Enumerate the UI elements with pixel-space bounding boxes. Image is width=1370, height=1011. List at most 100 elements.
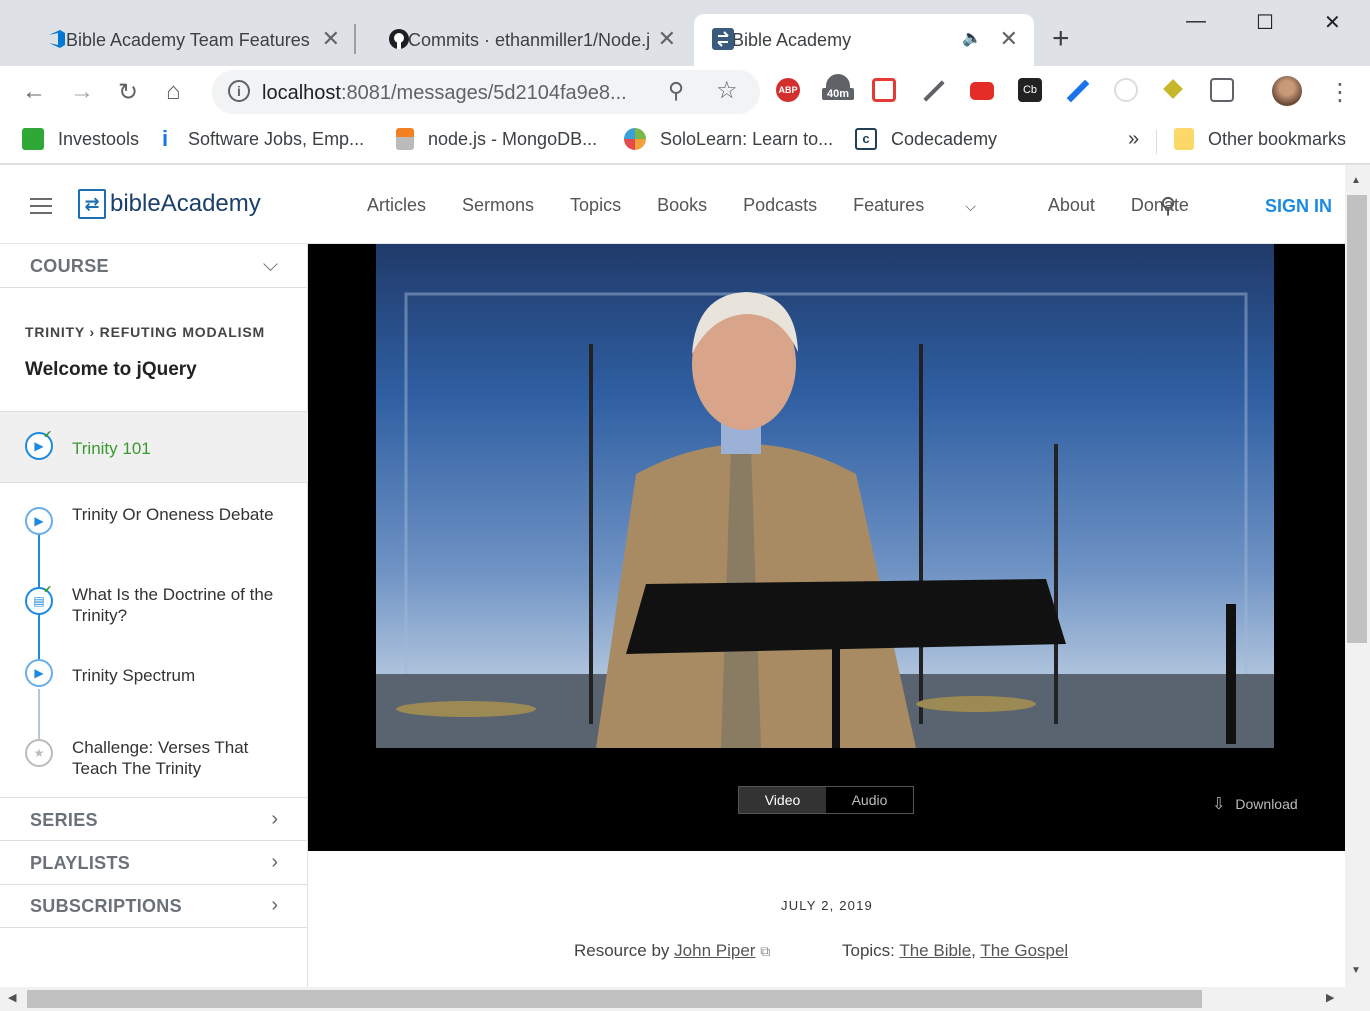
playlists-section-toggle[interactable]: PLAYLISTS › bbox=[0, 841, 308, 885]
audio-toggle-button[interactable]: Audio bbox=[826, 787, 913, 813]
back-icon[interactable]: ← bbox=[22, 78, 46, 106]
scroll-up-icon[interactable]: ▲ bbox=[1351, 175, 1361, 186]
tab-strip: Bible Academy Team Features | ✕ Commits … bbox=[0, 0, 1370, 66]
tab-commits[interactable]: Commits · ethanmiller1/Node.j ✕ bbox=[356, 14, 692, 66]
scroll-left-icon[interactable]: ◀ bbox=[8, 991, 16, 1004]
info-icon: i bbox=[162, 126, 169, 151]
timer-extension-icon[interactable]: 40m bbox=[822, 74, 854, 108]
codecademy-icon: c bbox=[855, 128, 877, 150]
react-devtools-icon[interactable] bbox=[1114, 78, 1138, 102]
td-icon bbox=[22, 128, 44, 150]
profile-avatar[interactable] bbox=[1272, 76, 1302, 106]
tab-title: Bible Academy Team Features | bbox=[66, 29, 311, 50]
bookmarks-bar: Investools i Software Jobs, Emp... node.… bbox=[0, 118, 1370, 164]
eyedropper-icon[interactable] bbox=[922, 78, 946, 102]
bookmark-software-jobs[interactable]: i Software Jobs, Emp... bbox=[162, 128, 364, 150]
series-section-toggle[interactable]: SERIES › bbox=[0, 797, 308, 841]
lesson-title: Trinity Or Oneness Debate bbox=[72, 505, 274, 524]
youtube-icon[interactable] bbox=[970, 82, 994, 100]
external-link-icon[interactable]: ⧉ bbox=[760, 943, 770, 959]
hamburger-menu-icon[interactable] bbox=[30, 198, 52, 214]
new-tab-icon[interactable]: + bbox=[1052, 22, 1070, 56]
author-link[interactable]: John Piper bbox=[674, 941, 755, 960]
course-label: COURSE bbox=[30, 256, 109, 276]
nav-topics[interactable]: Topics bbox=[570, 195, 621, 216]
logo-text: bibleAcademy bbox=[110, 190, 261, 217]
nav-books[interactable]: Books bbox=[657, 195, 707, 216]
site-logo[interactable]: ⇄ bibleAcademy bbox=[78, 189, 261, 219]
site-header: ⇄ bibleAcademy Articles Sermons Topics B… bbox=[0, 165, 1345, 244]
health-extension-icon[interactable] bbox=[872, 78, 896, 102]
lesson-title: Trinity 101 bbox=[72, 439, 151, 458]
crunchbase-icon[interactable]: Cb bbox=[1018, 78, 1042, 102]
close-tab-icon[interactable]: ✕ bbox=[1000, 26, 1018, 52]
scroll-down-icon[interactable]: ▼ bbox=[1351, 965, 1361, 976]
resource-by: Resource by John Piper ⧉ bbox=[574, 941, 771, 960]
reload-icon[interactable]: ↻ bbox=[118, 78, 138, 107]
play-circle-icon: ▶ bbox=[25, 507, 53, 535]
bookmark-sololearn[interactable]: SoloLearn: Learn to... bbox=[624, 128, 833, 150]
bookmark-star-icon[interactable]: ☆ bbox=[716, 76, 738, 105]
course-title: Welcome to jQuery bbox=[25, 359, 197, 380]
scroll-right-icon[interactable]: ▶ bbox=[1326, 991, 1334, 1004]
address-bar[interactable]: i localhost:8081/messages/5d2104fa9e8...… bbox=[212, 70, 760, 114]
highlighter-icon[interactable] bbox=[1066, 78, 1090, 103]
nav-articles[interactable]: Articles bbox=[367, 195, 426, 216]
nav-podcasts[interactable]: Podcasts bbox=[743, 195, 817, 216]
search-icon[interactable]: ⚲ bbox=[1160, 193, 1176, 219]
speaker-icon[interactable]: 🔈 bbox=[962, 28, 982, 48]
video-frame[interactable] bbox=[376, 244, 1274, 748]
horizontal-scrollbar[interactable]: ◀ ▶ bbox=[0, 987, 1370, 1011]
other-bookmarks[interactable]: Other bookmarks bbox=[1174, 128, 1346, 150]
tab-bible-academy[interactable]: Bible Academy 🔈 ✕ bbox=[694, 14, 1034, 66]
close-window-icon[interactable]: ✕ bbox=[1324, 10, 1341, 35]
breadcrumb-current[interactable]: REFUTING MODALISM bbox=[100, 324, 265, 340]
vertical-scrollbar[interactable]: ▲ ▼ bbox=[1345, 165, 1370, 987]
home-icon[interactable]: ⌂ bbox=[166, 78, 181, 106]
site-info-icon[interactable]: i bbox=[228, 80, 250, 102]
scrollbar-thumb[interactable] bbox=[27, 990, 1202, 1008]
lesson-item-challenge-verses[interactable]: ★ Challenge: Verses That Teach The Trini… bbox=[0, 713, 308, 797]
lesson-item-trinity-oneness-debate[interactable]: ▶ Trinity Or Oneness Debate bbox=[0, 483, 308, 563]
close-tab-icon[interactable]: ✕ bbox=[658, 26, 676, 52]
play-circle-icon: ▶ bbox=[25, 659, 53, 687]
tab-bible-academy-features[interactable]: Bible Academy Team Features | ✕ bbox=[14, 14, 356, 66]
tab-title: Bible Academy bbox=[732, 29, 852, 50]
minimize-icon[interactable]: — bbox=[1186, 10, 1206, 33]
maximize-icon[interactable]: ☐ bbox=[1256, 10, 1274, 35]
download-icon: ⇩ bbox=[1212, 796, 1226, 813]
series-label: SERIES bbox=[30, 810, 98, 830]
zoom-icon[interactable]: ⚲ bbox=[668, 78, 684, 104]
sololearn-icon bbox=[624, 128, 646, 150]
pin-extension-icon[interactable] bbox=[1162, 78, 1186, 102]
lesson-item-doctrine-of-trinity[interactable]: ▤ ✔ What Is the Doctrine of the Trinity? bbox=[0, 563, 308, 643]
topic-link-the-bible[interactable]: The Bible bbox=[899, 941, 971, 960]
lesson-item-trinity-spectrum[interactable]: ▶ Trinity Spectrum bbox=[0, 643, 308, 713]
forward-icon[interactable]: → bbox=[70, 78, 94, 106]
nav-sermons[interactable]: Sermons bbox=[462, 195, 534, 216]
breadcrumb-parent[interactable]: TRINITY bbox=[25, 324, 85, 340]
cast-extension-icon[interactable] bbox=[1210, 78, 1234, 102]
nav-about[interactable]: About bbox=[1048, 195, 1095, 216]
sign-in-link[interactable]: SIGN IN bbox=[1265, 196, 1332, 217]
video-toggle-button[interactable]: Video bbox=[739, 787, 826, 813]
bookmark-investools[interactable]: Investools bbox=[22, 128, 139, 150]
bookmarks-overflow-chevron[interactable]: » bbox=[1128, 128, 1139, 151]
lesson-title: Trinity Spectrum bbox=[72, 666, 196, 685]
close-tab-icon[interactable]: ✕ bbox=[322, 26, 340, 52]
course-section-toggle[interactable]: COURSE ⌵ bbox=[0, 244, 308, 288]
bookmark-nodejs-mongodb[interactable]: node.js - MongoDB... bbox=[396, 128, 597, 150]
topic-link-the-gospel[interactable]: The Gospel bbox=[980, 941, 1068, 960]
subscriptions-section-toggle[interactable]: SUBSCRIPTIONS › bbox=[0, 884, 308, 928]
lesson-item-trinity-101[interactable]: ▶ ✔ Trinity 101 bbox=[0, 411, 308, 483]
menu-kebab-icon[interactable]: ⋮ bbox=[1328, 78, 1352, 107]
scrollbar-thumb[interactable] bbox=[1347, 195, 1367, 643]
media-type-toggle: Video Audio bbox=[738, 786, 914, 814]
adblock-icon[interactable]: ABP bbox=[776, 78, 800, 102]
bookmark-codecademy[interactable]: c Codecademy bbox=[855, 128, 997, 150]
nav-features[interactable]: Features ⌵ bbox=[853, 195, 1012, 216]
star-circle-icon: ★ bbox=[25, 739, 53, 767]
video-still-image bbox=[376, 292, 1274, 748]
message-date: JULY 2, 2019 bbox=[781, 898, 873, 913]
download-button[interactable]: ⇩ Download bbox=[1212, 794, 1298, 814]
